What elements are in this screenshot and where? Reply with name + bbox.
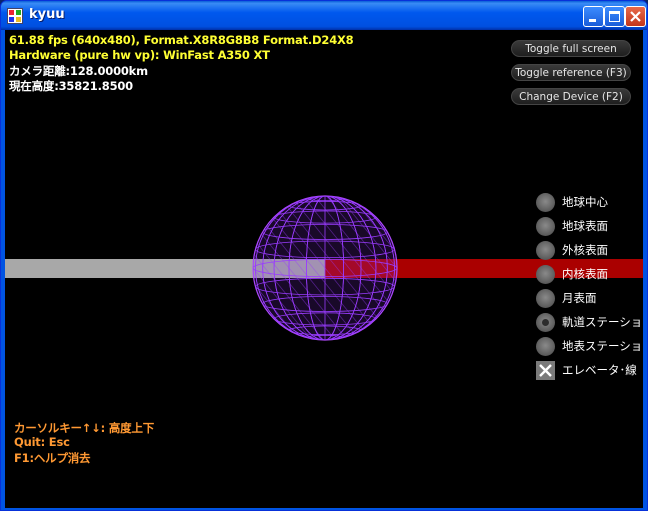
option-label: 月表面 [562, 291, 597, 305]
option-label: 軌道ステーション [562, 315, 643, 329]
help-f1: F1:ヘルプ消去 [14, 451, 91, 465]
close-button[interactable] [625, 6, 646, 27]
maximize-button[interactable] [604, 6, 625, 27]
minimize-icon [589, 19, 596, 22]
radio-button[interactable] [536, 289, 555, 308]
change-device-button[interactable]: Change Device (F2) [511, 88, 631, 105]
hardware-readout: Hardware (pure hw vp): WinFast A350 XT [9, 48, 270, 62]
check-x-icon [539, 364, 552, 377]
help-altitude-keys: カーソルキー↑↓: 高度上下 [14, 421, 155, 435]
app-icon [7, 8, 23, 24]
fps-readout: 61.88 fps (640x480), Format.X8R8G8B8 For… [9, 33, 354, 47]
camera-distance-readout: カメラ距離:128.0000km [9, 64, 148, 78]
toggle-fullscreen-button[interactable]: Toggle full screen [511, 40, 631, 57]
title-bar[interactable]: kyuu [1, 1, 647, 30]
option-label: 内核表面 [562, 267, 608, 281]
radio-button[interactable] [536, 313, 555, 332]
radio-button[interactable] [536, 337, 555, 356]
help-quit: Quit: Esc [14, 435, 70, 449]
radio-button[interactable] [536, 265, 555, 284]
option-label: 地表ステーション [562, 339, 643, 353]
option-label: 外核表面 [562, 243, 608, 257]
elevator-line-label: エレベータ･線 [562, 363, 637, 377]
radio-button[interactable] [536, 217, 555, 236]
close-icon [630, 11, 641, 22]
window-title: kyuu [29, 7, 65, 22]
radio-button[interactable] [536, 193, 555, 212]
option-label: 地球中心 [562, 195, 608, 209]
altitude-readout: 現在高度:35821.8500 [9, 79, 133, 93]
option-label: 地球表面 [562, 219, 608, 233]
radio-button[interactable] [536, 241, 555, 260]
render-viewport[interactable]: 61.88 fps (640x480), Format.X8R8G8B8 For… [5, 30, 643, 508]
toggle-reference-button[interactable]: Toggle reference (F3) [511, 64, 631, 81]
minimize-button[interactable] [583, 6, 604, 27]
checkbox-box[interactable] [536, 361, 555, 380]
maximize-icon [609, 11, 620, 22]
app-window: kyuu 61.88 fps (640x480), Format.X8R8G8B… [0, 0, 648, 511]
wireframe-sphere [252, 195, 398, 341]
